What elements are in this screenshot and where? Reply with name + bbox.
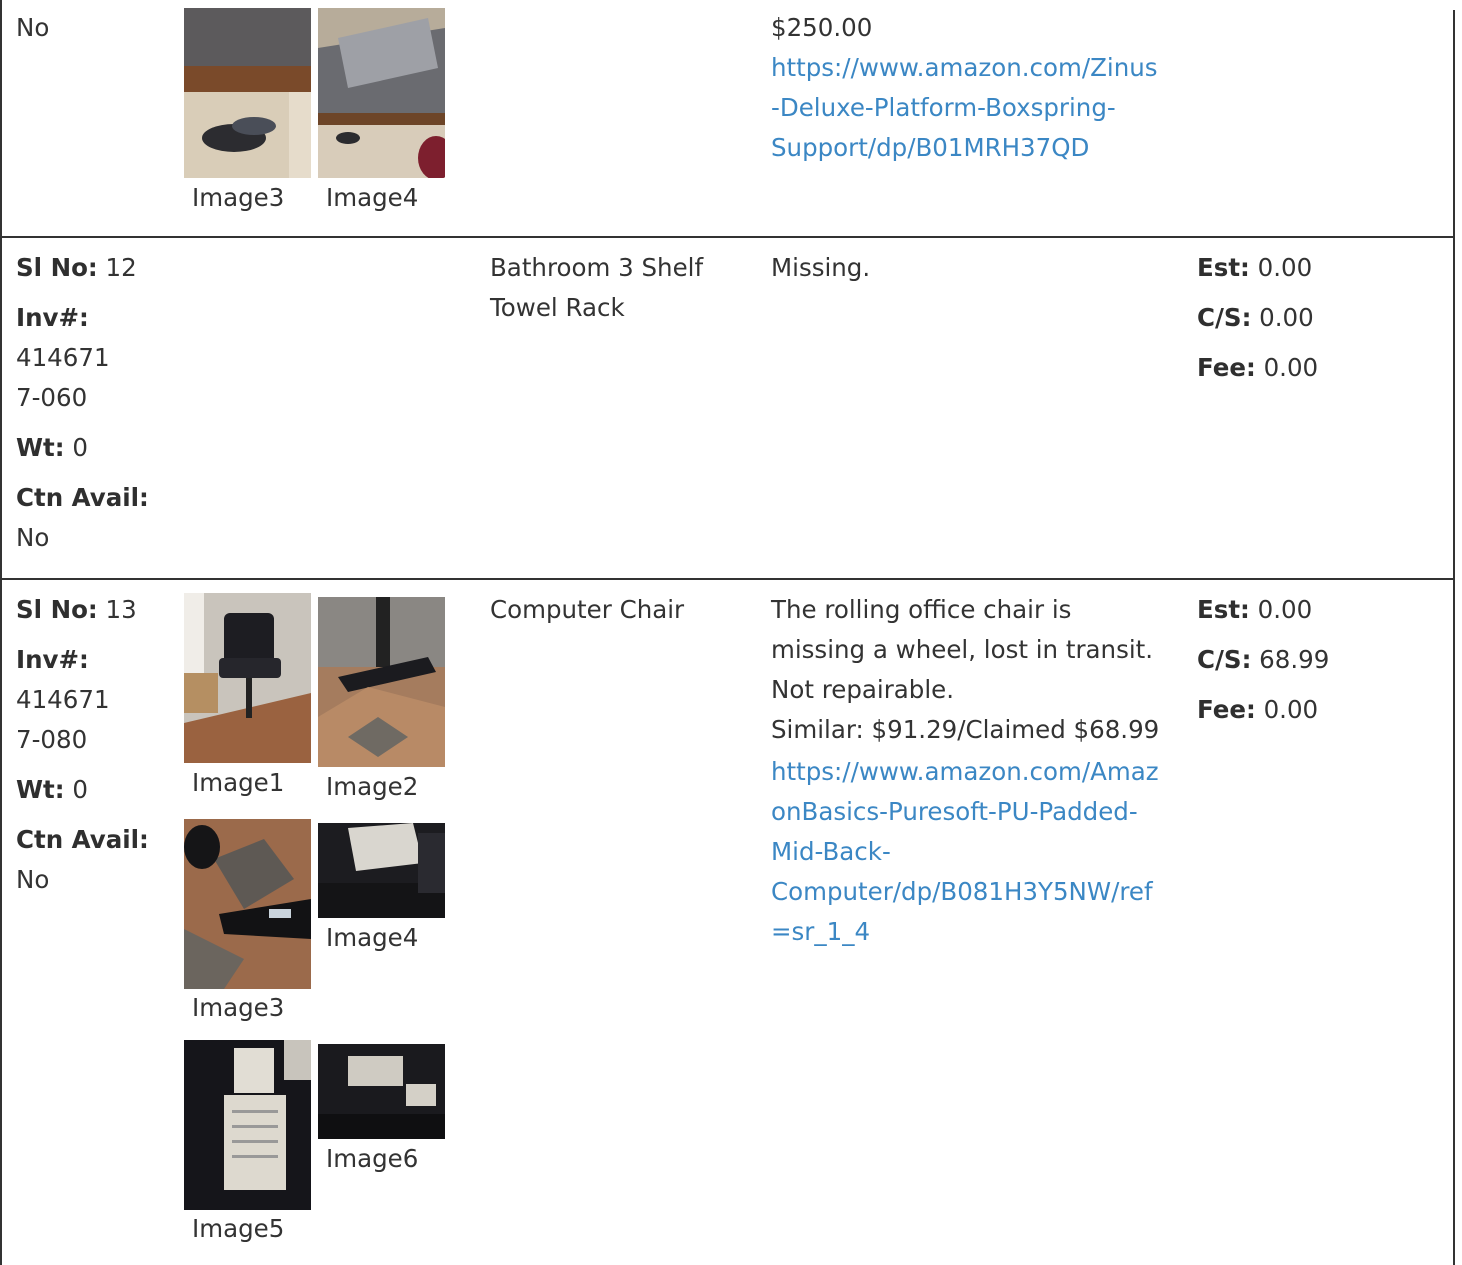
cs: C/S: 68.99 <box>1197 640 1329 680</box>
est: Est: 0.00 <box>1197 248 1312 288</box>
image-caption: Image3 <box>192 183 285 212</box>
product-link[interactable]: =sr_1_4 <box>771 912 870 952</box>
description: Missing. <box>771 253 871 282</box>
product-link[interactable]: onBasics-Puresoft-PU-Padded- <box>771 792 1138 832</box>
cs-label: C/S: <box>1197 303 1252 332</box>
image-caption: Image3 <box>192 993 285 1022</box>
image-caption: Image5 <box>192 1214 285 1243</box>
item-photo[interactable] <box>318 597 445 767</box>
product-link[interactable]: https://www.amazon.com/Zinus <box>771 48 1158 88</box>
ctn-avail-label: Ctn Avail: <box>16 483 149 512</box>
weight-value: 0 <box>72 775 88 804</box>
description: missing a wheel, lost in transit. <box>771 635 1154 664</box>
inv-value: 7-080 <box>16 725 88 754</box>
image-caption: Image1 <box>192 768 285 797</box>
fee: Fee: 0.00 <box>1197 690 1318 730</box>
image-caption: Image4 <box>326 923 419 952</box>
description: Similar: $91.29/Claimed $68.99 <box>771 715 1160 744</box>
weight: Wt: 0 <box>16 770 88 810</box>
sl-no: Sl No: 13 <box>16 590 137 630</box>
sl-no-label: Sl No: <box>16 253 98 282</box>
description: The rolling office chair is <box>771 595 1072 624</box>
inv-value: 414671 <box>16 343 110 372</box>
row-divider <box>0 578 1455 580</box>
sl-no: Sl No: 12 <box>16 248 137 288</box>
ctn-avail-value: No <box>16 13 50 42</box>
ctn-avail-label: Ctn Avail: <box>16 825 149 854</box>
ctn-avail-value: No <box>16 865 50 894</box>
fee-label: Fee: <box>1197 695 1256 724</box>
item-photo[interactable] <box>318 8 445 178</box>
item-name: Towel Rack <box>490 293 625 322</box>
weight-value: 0 <box>72 433 88 462</box>
est-label: Est: <box>1197 253 1250 282</box>
image-caption: Image4 <box>326 183 419 212</box>
est: Est: 0.00 <box>1197 590 1312 630</box>
sl-no-value: 12 <box>105 253 137 282</box>
weight: Wt: 0 <box>16 428 88 468</box>
product-link[interactable]: https://www.amazon.com/Amaz <box>771 752 1159 792</box>
item-photo[interactable] <box>184 819 311 989</box>
inv-label: Inv#: <box>16 645 89 674</box>
cs-label: C/S: <box>1197 645 1252 674</box>
cs: C/S: 0.00 <box>1197 298 1314 338</box>
sl-no-value: 13 <box>105 595 137 624</box>
weight-label: Wt: <box>16 433 65 462</box>
cs-value: 68.99 <box>1259 645 1330 674</box>
inv-value: 7-060 <box>16 383 88 412</box>
fee-label: Fee: <box>1197 353 1256 382</box>
table-right-border <box>1453 10 1455 1265</box>
item-photo[interactable] <box>318 1044 445 1139</box>
product-link[interactable]: Mid-Back- <box>771 832 891 872</box>
product-link[interactable]: Computer/dp/B081H3Y5NW/ref <box>771 872 1153 912</box>
item-photo[interactable] <box>184 593 311 763</box>
est-value: 0.00 <box>1257 253 1313 282</box>
est-label: Est: <box>1197 595 1250 624</box>
item-photo[interactable] <box>184 8 311 178</box>
description: Not repairable. <box>771 675 954 704</box>
inv-value: 414671 <box>16 685 110 714</box>
sl-no-label: Sl No: <box>16 595 98 624</box>
price-value: $250.00 <box>771 13 873 42</box>
fee-value: 0.00 <box>1263 353 1319 382</box>
est-value: 0.00 <box>1257 595 1313 624</box>
item-photo[interactable] <box>184 1040 311 1210</box>
cs-value: 0.00 <box>1259 303 1314 332</box>
image-caption: Image2 <box>326 772 419 801</box>
inv-label: Inv#: <box>16 303 89 332</box>
fee: Fee: 0.00 <box>1197 348 1318 388</box>
fee-value: 0.00 <box>1263 695 1319 724</box>
image-caption: Image6 <box>326 1144 419 1173</box>
table-left-border <box>0 0 2 1265</box>
item-name: Computer Chair <box>490 595 685 624</box>
product-link[interactable]: Support/dp/B01MRH37QD <box>771 128 1089 168</box>
product-link[interactable]: -Deluxe-Platform-Boxspring- <box>771 88 1116 128</box>
item-name: Bathroom 3 Shelf <box>490 253 704 282</box>
item-photo[interactable] <box>318 823 445 918</box>
ctn-avail-value: No <box>16 523 50 552</box>
weight-label: Wt: <box>16 775 65 804</box>
row-divider <box>0 236 1455 238</box>
claim-inventory-table: No Image3 Image4 $250.00 https://www.ama… <box>0 0 1462 1265</box>
